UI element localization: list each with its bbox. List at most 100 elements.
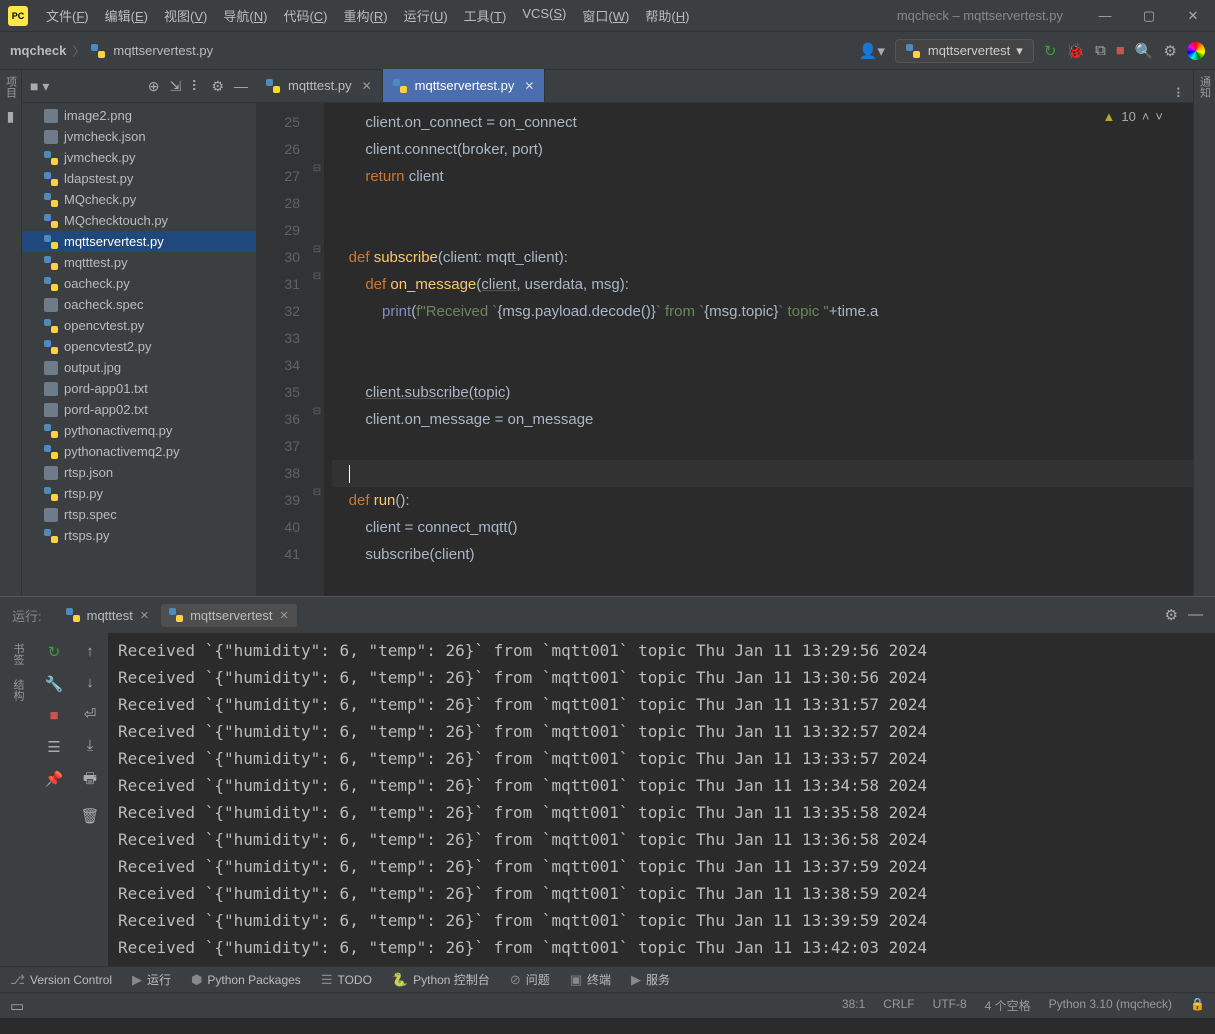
settings-button[interactable]: ⚙ [1164,42,1177,60]
bottom-tab[interactable]: ▶运行 [132,971,171,988]
target-icon[interactable]: ⊕ [148,78,160,95]
debug-button[interactable]: 🐞 [1066,42,1085,60]
menu-item[interactable]: 代码(C) [277,4,333,27]
bottom-tab[interactable]: ☰TODO [321,972,372,988]
pin-icon[interactable]: 📌 [45,770,64,788]
bottom-tab[interactable]: ⎇Version Control [10,972,112,988]
lock-icon[interactable]: 🔒 [1190,997,1205,1014]
file-tree-item[interactable]: mqtttest.py [22,252,256,273]
breadcrumb-file[interactable]: mqttservertest.py [113,43,213,58]
menu-item[interactable]: VCS(S) [516,4,572,27]
structure-tab[interactable]: 结构 [10,679,26,701]
code-with-me-icon[interactable] [1187,42,1205,60]
softwrap-icon[interactable]: ⏎ [84,705,97,723]
statusbar-menu-icon[interactable]: ▭ [10,997,24,1015]
search-button[interactable]: 🔍 [1135,42,1154,60]
line-separator[interactable]: CRLF [883,997,914,1014]
file-tree-item[interactable]: mqttservertest.py [22,231,256,252]
file-tree-item[interactable]: rtsps.py [22,525,256,546]
more-tabs-icon[interactable]: ⠇ [1175,86,1193,102]
file-tree-item[interactable]: pythonactivemq2.py [22,441,256,462]
menu-item[interactable]: 帮助(H) [639,4,695,27]
console-output[interactable]: Received `{"humidity": 6, "temp": 26}` f… [108,633,1215,966]
code-editor[interactable]: client.on_connect = on_connect client.co… [324,103,1193,596]
breadcrumb-project[interactable]: mqcheck [10,43,66,58]
bottom-tab[interactable]: ⊘问题 [510,971,550,988]
up-arrow-icon[interactable]: ↑ [86,643,94,660]
scroll-end-icon[interactable]: ⤓ [87,737,94,754]
fold-gutter[interactable]: ⊟⊟⊟⊟⊟ [310,103,324,596]
minimize-button[interactable]: — [1091,8,1119,24]
menu-item[interactable]: 重构(R) [338,4,394,27]
run-tab[interactable]: mqtttest✕ [58,604,157,627]
project-folder-icon[interactable]: ▮ [7,108,15,125]
coverage-button[interactable]: ⧉ [1095,42,1106,59]
stop-run-icon[interactable]: ■ [49,707,58,724]
line-gutter[interactable]: 2526272829303132333435363738394041 [256,103,310,596]
file-tree-item[interactable]: opencvtest.py [22,315,256,336]
bottom-tab[interactable]: ⬢Python Packages [191,972,301,988]
hide-panel-icon[interactable]: — [234,78,248,94]
trash-icon[interactable]: 🗑 [80,807,99,825]
menu-item[interactable]: 工具(T) [458,4,513,27]
nav-down-icon[interactable]: ˅ [1155,109,1163,124]
file-encoding[interactable]: UTF-8 [933,997,967,1014]
file-tree-item[interactable]: pord-app02.txt [22,399,256,420]
file-tree-item[interactable]: image2.png [22,105,256,126]
user-icon[interactable]: 👤▾ [859,42,885,60]
options-icon[interactable]: ⠇ [191,78,201,95]
run-button[interactable]: ↻ [1044,42,1057,60]
close-tab-icon[interactable]: ✕ [524,79,534,93]
file-tree[interactable]: image2.pngjvmcheck.jsonjvmcheck.pyldapst… [22,103,256,596]
file-tree-item[interactable]: oacheck.py [22,273,256,294]
inspection-badge[interactable]: ▲ 10 ˄ ˅ [1102,109,1163,124]
file-tree-item[interactable]: output.jpg [22,357,256,378]
file-tree-item[interactable]: MQcheck.py [22,189,256,210]
close-run-tab-icon[interactable]: ✕ [140,609,149,622]
project-tool-tab[interactable]: 项目 [3,76,19,98]
file-tree-item[interactable]: opencvtest2.py [22,336,256,357]
file-tree-item[interactable]: ldapstest.py [22,168,256,189]
menu-item[interactable]: 编辑(E) [99,4,154,27]
editor-tab[interactable]: mqttservertest.py✕ [383,69,546,102]
file-tree-item[interactable]: rtsp.py [22,483,256,504]
menu-item[interactable]: 运行(U) [398,4,454,27]
file-tree-item[interactable]: rtsp.spec [22,504,256,525]
maximize-button[interactable]: ▢ [1135,8,1163,24]
bookmarks-tab[interactable]: 书签 [10,643,26,665]
file-tree-item[interactable]: jvmcheck.json [22,126,256,147]
bottom-tab[interactable]: ▶服务 [631,971,670,988]
run-tab[interactable]: mqttservertest✕ [161,604,297,627]
file-tree-item[interactable]: pythonactivemq.py [22,420,256,441]
run-configuration-selector[interactable]: mqttservertest ▾ [895,39,1034,63]
run-settings-icon[interactable]: ⚙ [1165,606,1178,624]
file-tree-item[interactable]: jvmcheck.py [22,147,256,168]
nav-up-icon[interactable]: ˄ [1142,109,1150,124]
close-run-tab-icon[interactable]: ✕ [279,609,288,622]
hide-run-icon[interactable]: — [1188,606,1203,624]
wrench-icon[interactable]: 🔧 [45,675,64,693]
editor-tab[interactable]: mqtttest.py✕ [256,69,383,102]
indent-setting[interactable]: 4 个空格 [985,997,1031,1014]
file-tree-item[interactable]: oacheck.spec [22,294,256,315]
close-tab-icon[interactable]: ✕ [362,79,372,93]
menu-item[interactable]: 视图(V) [158,4,213,27]
close-button[interactable]: ✕ [1179,8,1207,24]
stop-button[interactable]: ■ [1116,42,1125,59]
menu-item[interactable]: 窗口(W) [576,4,635,27]
menu-item[interactable]: 文件(F) [40,4,95,27]
file-tree-item[interactable]: MQchecktouch.py [22,210,256,231]
bottom-tab[interactable]: ▣终端 [570,971,611,988]
interpreter[interactable]: Python 3.10 (mqcheck) [1049,997,1172,1014]
gear-icon[interactable]: ⚙ [211,78,224,95]
notifications-tab[interactable]: 通知 [1197,76,1213,98]
menu-item[interactable]: 导航(N) [217,4,273,27]
file-tree-item[interactable]: rtsp.json [22,462,256,483]
file-tree-item[interactable]: pord-app01.txt [22,378,256,399]
expand-icon[interactable]: ⇲ [169,78,181,95]
bottom-tab[interactable]: 🐍Python 控制台 [392,971,490,988]
down-arrow-icon[interactable]: ↓ [86,674,94,691]
caret-position[interactable]: 38:1 [842,997,865,1014]
layout-icon[interactable]: ☰ [47,738,60,756]
rerun-icon[interactable]: ↻ [48,643,61,661]
